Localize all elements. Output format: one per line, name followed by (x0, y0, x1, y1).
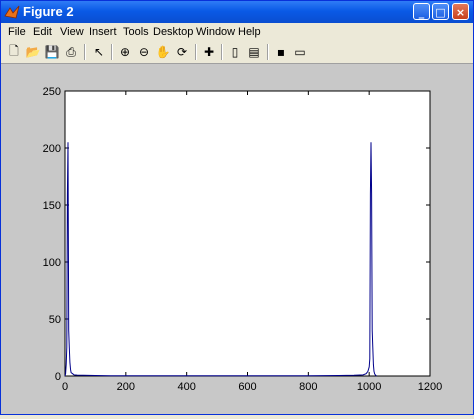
zoom-out-icon[interactable]: ⊖ (136, 44, 152, 60)
legend-icon[interactable]: ▤ (246, 44, 262, 60)
menu-tools[interactable]: Tools (123, 26, 149, 38)
x-tick-label: 1000 (357, 381, 381, 393)
zoom-in-icon[interactable]: ⊕ (117, 44, 133, 60)
menu-window[interactable]: Window (196, 26, 235, 38)
line-chart: 0 200 400 600 800 1000 1200 0 50 100 150 200 250 (43, 86, 443, 393)
colorbar-icon[interactable]: ▯ (227, 44, 243, 60)
maximize-button[interactable]: □ (432, 3, 449, 20)
y-tick-label: 200 (43, 143, 61, 155)
axes-box (64, 90, 431, 377)
figure-canvas: 0 200 400 600 800 1000 1200 0 50 100 150 200 250 (1, 64, 473, 414)
x-tick-label: 200 (117, 381, 135, 393)
new-figure-icon[interactable]: 🗋 (6, 44, 22, 60)
print-icon[interactable]: ⎙ (63, 44, 79, 60)
y-tick-label: 50 (49, 314, 61, 326)
title-bar[interactable]: Figure 2 _ □ × (1, 1, 473, 23)
x-tick-label: 1200 (418, 381, 442, 393)
open-file-icon[interactable]: 📂 (25, 44, 41, 60)
toolbar: 🗋 📂 💾 ⎙ ↖ ⊕ ⊖ ✋ ⟳ ✚ ▯ ▤ ▪ ▭ (1, 41, 473, 64)
menu-desktop[interactable]: Desktop (153, 26, 193, 38)
toolbar-separator (84, 44, 86, 60)
rotate-3d-icon[interactable]: ⟳ (174, 44, 190, 60)
select-arrow-icon[interactable]: ↖ (91, 44, 107, 60)
matlab-icon (4, 5, 20, 19)
y-tick-label: 250 (43, 86, 61, 98)
toolbar-separator (221, 44, 223, 60)
menu-insert[interactable]: Insert (89, 26, 117, 38)
y-tick-label: 0 (55, 371, 61, 383)
x-tick-label: 400 (177, 381, 195, 393)
x-tick-label: 600 (238, 381, 256, 393)
menu-bar: File Edit View Insert Tools Desktop Wind… (1, 23, 473, 41)
show-plot-tools-icon[interactable]: ▭ (292, 44, 308, 60)
figure-window: Figure 2 _ □ × File Edit View Insert Too… (0, 0, 474, 415)
y-tick-label: 150 (43, 200, 61, 212)
menu-help[interactable]: Help (238, 26, 261, 38)
window-title: Figure 2 (23, 4, 74, 19)
x-tick-label: 0 (62, 381, 68, 393)
toolbar-separator (195, 44, 197, 60)
toolbar-separator (111, 44, 113, 60)
hide-plot-tools-icon[interactable]: ▪ (273, 44, 289, 60)
pan-hand-icon[interactable]: ✋ (155, 44, 171, 60)
save-icon[interactable]: 💾 (44, 44, 60, 60)
toolbar-separator (267, 44, 269, 60)
close-button[interactable]: × (452, 3, 469, 20)
data-cursor-icon[interactable]: ✚ (201, 44, 217, 60)
x-tick-label: 800 (299, 381, 317, 393)
y-tick-label: 100 (43, 257, 61, 269)
minimize-button[interactable]: _ (413, 3, 430, 20)
menu-view[interactable]: View (60, 26, 84, 38)
menu-edit[interactable]: Edit (33, 26, 52, 38)
menu-file[interactable]: File (8, 26, 26, 38)
